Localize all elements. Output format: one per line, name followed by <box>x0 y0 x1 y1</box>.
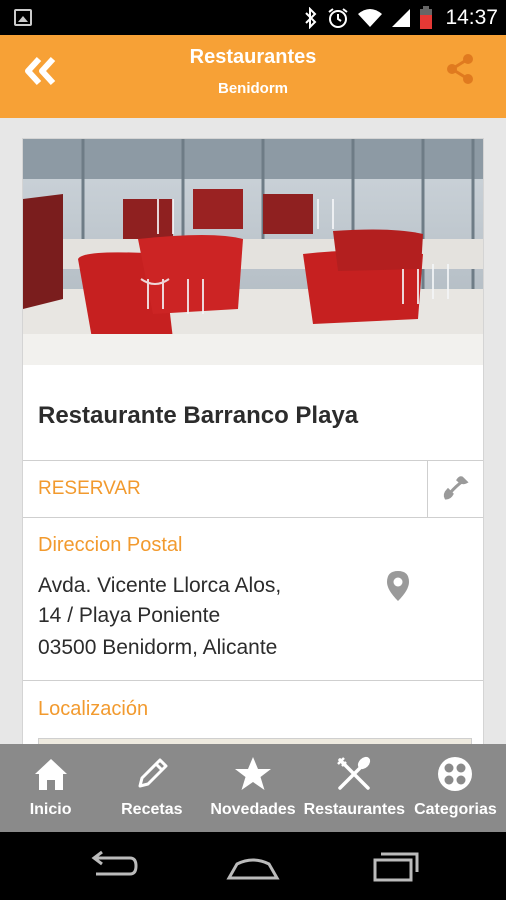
restaurant-photo <box>23 139 483 365</box>
address-line-2: 14 / Playa Poniente <box>38 604 221 627</box>
wifi-icon <box>358 8 383 27</box>
nav-label: Novedades <box>210 801 296 818</box>
restaurant-name-row: Restaurante Barranco Playa <box>23 365 483 461</box>
reserve-button[interactable]: RESERVAR <box>38 478 141 500</box>
page-title: Restaurantes <box>189 46 317 68</box>
page-subtitle: Benidorm <box>217 80 288 97</box>
battery-icon <box>420 5 433 29</box>
restaurant-name: Restaurante Barranco Playa <box>38 402 359 429</box>
fork-knife-icon <box>337 756 371 790</box>
nav-item-restaurantes[interactable]: Restaurantes <box>304 744 405 832</box>
nav-label: Categorias <box>414 801 497 818</box>
status-bar: 14:37 <box>0 0 506 35</box>
map-pin-icon[interactable] <box>385 570 411 602</box>
grid-dots-icon <box>438 757 473 791</box>
postal-address-section: Direccion Postal Avda. Vicente Llorca Al… <box>23 518 483 681</box>
star-icon <box>235 757 271 790</box>
nav-item-categorias[interactable]: Categorias <box>405 744 506 832</box>
nav-item-recetas[interactable]: Recetas <box>101 744 202 832</box>
phone-icon <box>443 476 469 500</box>
bottom-nav: Inicio Recetas Novedades Restaurantes Ca… <box>0 744 506 832</box>
address-line-3: 03500 Benidorm, Alicante <box>38 636 278 659</box>
nav-label: Inicio <box>29 801 72 818</box>
call-button[interactable] <box>427 461 483 517</box>
restaurant-card: Restaurante Barranco Playa RESERVAR Dire… <box>22 138 484 758</box>
back-icon[interactable] <box>82 848 142 884</box>
nav-label: Restaurantes <box>303 801 405 818</box>
bluetooth-icon <box>305 6 317 29</box>
nav-label: Recetas <box>121 801 183 818</box>
system-nav-bar <box>0 832 506 900</box>
nav-item-novedades[interactable]: Novedades <box>202 744 303 832</box>
address-heading: Direccion Postal <box>38 534 183 556</box>
recents-icon[interactable] <box>365 848 425 884</box>
nav-item-inicio[interactable]: Inicio <box>0 744 101 832</box>
app-bar: Restaurantes Benidorm <box>0 35 506 118</box>
clock: 14:37 <box>445 5 498 29</box>
share-icon[interactable] <box>444 53 476 85</box>
signal-icon <box>392 8 411 27</box>
pencil-icon <box>138 758 168 788</box>
image-notification-icon <box>14 9 32 26</box>
address-line-1: Avda. Vicente Llorca Alos, <box>38 574 282 597</box>
home-button-icon[interactable] <box>223 848 283 884</box>
alarm-icon <box>328 7 349 28</box>
home-icon <box>34 759 67 790</box>
location-heading: Localización <box>38 698 149 720</box>
reserve-row: RESERVAR <box>23 461 483 518</box>
